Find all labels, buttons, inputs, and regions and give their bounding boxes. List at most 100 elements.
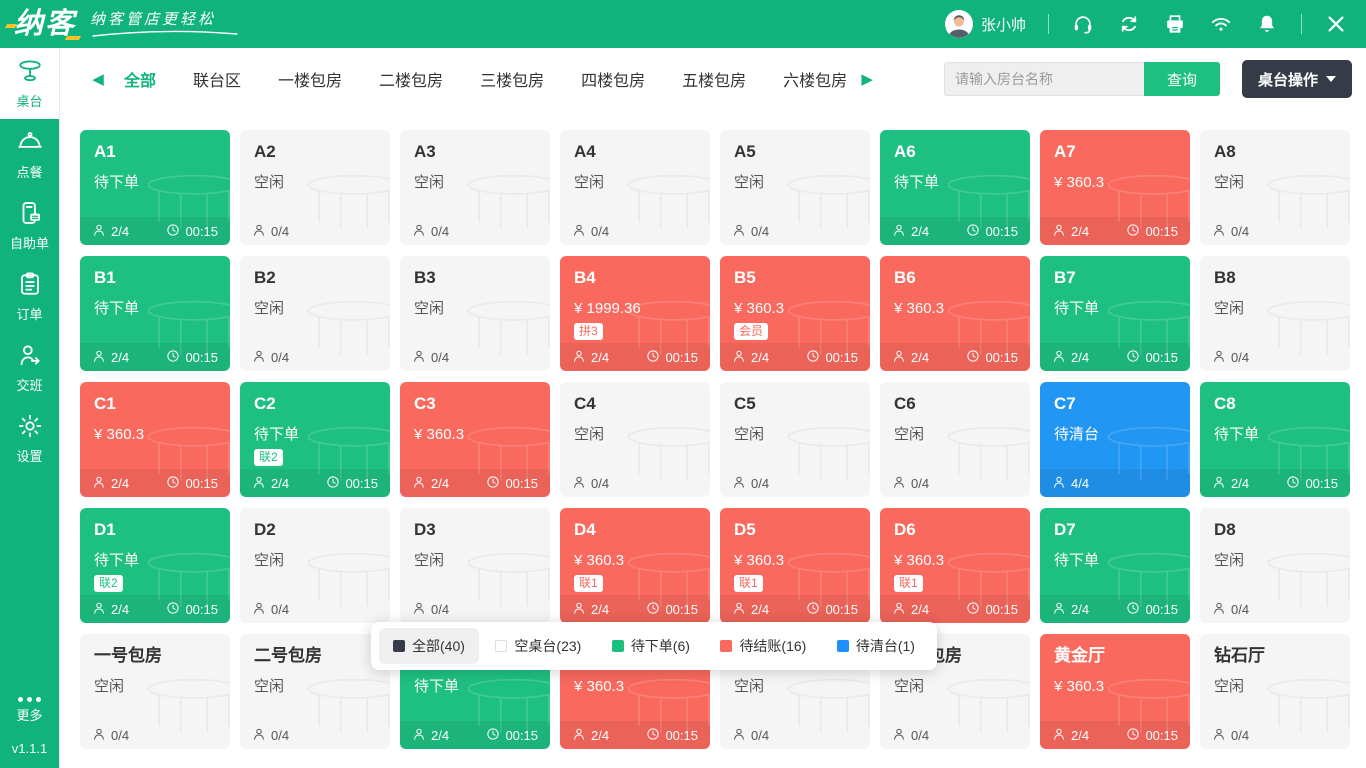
table-card-footer: 2/4 00:15 — [1040, 217, 1190, 245]
table-card[interactable]: C7待清台 4/4 — [1040, 382, 1190, 497]
table-card[interactable]: B1待下单 2/4 00:15 — [80, 256, 230, 371]
legend-label: 空桌台(23) — [514, 636, 581, 656]
table-card[interactable]: A2空闲 0/4 — [240, 130, 390, 245]
wifi-icon[interactable] — [1209, 12, 1233, 36]
legend-item-待清台[interactable]: 待清台(1) — [823, 628, 929, 664]
table-name: D7 — [1054, 520, 1176, 540]
table-name: C5 — [734, 394, 856, 414]
clock-icon — [166, 223, 180, 240]
person-icon — [412, 601, 426, 618]
table-card[interactable]: B3空闲 0/4 — [400, 256, 550, 371]
tabs-prev-icon[interactable]: ◀ — [88, 70, 108, 88]
area-tab[interactable]: 三楼包房 — [480, 67, 544, 91]
user-account[interactable]: 张小帅 — [945, 10, 1026, 38]
bell-icon[interactable] — [1255, 12, 1279, 36]
legend-item-待结账[interactable]: 待结账(16) — [706, 628, 820, 664]
area-tab[interactable]: 一楼包房 — [278, 67, 342, 91]
sidebar-item-more[interactable]: 更多 — [0, 687, 59, 733]
sidebar-item-settings[interactable]: 设置 — [0, 403, 59, 474]
table-card[interactable]: D7待下单 2/4 00:15 — [1040, 508, 1190, 623]
table-card[interactable]: B7待下单 2/4 00:15 — [1040, 256, 1190, 371]
person-icon — [1212, 349, 1226, 366]
service-icon[interactable] — [1071, 12, 1095, 36]
clock-icon — [806, 601, 820, 618]
table-name: D4 — [574, 520, 696, 540]
search-input[interactable] — [944, 62, 1144, 96]
table-card[interactable]: B5¥ 360.3会员 2/4 00:15 — [720, 256, 870, 371]
table-card[interactable]: B4¥ 1999.36拼3 2/4 00:15 — [560, 256, 710, 371]
table-icon — [17, 58, 43, 87]
table-card[interactable]: D6¥ 360.3联1 2/4 00:15 — [880, 508, 1030, 623]
tabs-next-icon[interactable]: ▶ — [857, 70, 877, 88]
table-card[interactable]: A1待下单 2/4 00:15 — [80, 130, 230, 245]
table-card-footer: 2/4 00:15 — [1040, 721, 1190, 749]
open-timer: 00:15 — [1286, 475, 1338, 492]
table-card[interactable]: D1待下单联2 2/4 00:15 — [80, 508, 230, 623]
table-card[interactable]: D8空闲 0/4 — [1200, 508, 1350, 623]
table-card[interactable]: C4空闲 0/4 — [560, 382, 710, 497]
area-tab[interactable]: 全部 — [124, 67, 156, 91]
occupancy: 0/4 — [1212, 727, 1249, 744]
table-card[interactable]: B2空闲 0/4 — [240, 256, 390, 371]
area-tab[interactable]: 二楼包房 — [379, 67, 443, 91]
legend-item-全部[interactable]: 全部(40) — [379, 628, 479, 664]
table-card[interactable]: A5空闲 0/4 — [720, 130, 870, 245]
table-card[interactable]: A6待下单 2/4 00:15 — [880, 130, 1030, 245]
person-icon — [572, 223, 586, 240]
table-card[interactable]: 钻石厅空闲 0/4 — [1200, 634, 1350, 749]
printer-icon[interactable] — [1163, 12, 1187, 36]
table-card[interactable]: D2空闲 0/4 — [240, 508, 390, 623]
occupancy: 0/4 — [412, 601, 449, 618]
table-card[interactable]: 黄金厅¥ 360.3 2/4 00:15 — [1040, 634, 1190, 749]
table-name: 一号包房 — [94, 646, 216, 666]
occupancy: 0/4 — [252, 349, 289, 366]
table-card-footer: 2/4 00:15 — [880, 595, 1030, 623]
table-name: A4 — [574, 142, 696, 162]
table-card[interactable]: C8待下单 2/4 00:15 — [1200, 382, 1350, 497]
table-card[interactable]: 一号包房空闲 0/4 — [80, 634, 230, 749]
sidebar-item-shift[interactable]: 交班 — [0, 332, 59, 403]
table-operations-button[interactable]: 桌台操作 — [1242, 60, 1352, 98]
table-card[interactable]: C6空闲 0/4 — [880, 382, 1030, 497]
area-tab[interactable]: 联台区 — [193, 67, 241, 91]
table-card[interactable]: A4空闲 0/4 — [560, 130, 710, 245]
sync-icon[interactable] — [1117, 12, 1141, 36]
person-icon — [572, 475, 586, 492]
table-card[interactable]: D3空闲 0/4 — [400, 508, 550, 623]
table-card[interactable]: B8空闲 0/4 — [1200, 256, 1350, 371]
occupancy: 0/4 — [1212, 601, 1249, 618]
table-card[interactable]: C3¥ 360.3 2/4 00:15 — [400, 382, 550, 497]
table-card[interactable]: C1¥ 360.3 2/4 00:15 — [80, 382, 230, 497]
header-divider — [1301, 14, 1302, 34]
sidebar-item-table[interactable]: 桌台 — [0, 48, 59, 119]
occupancy: 4/4 — [1052, 475, 1089, 492]
app-logo: 纳客 纳客管店更轻松 — [14, 2, 240, 46]
table-card[interactable]: 二号包房空闲 0/4 — [240, 634, 390, 749]
table-badge: 联2 — [254, 449, 283, 466]
table-card[interactable]: A7¥ 360.3 2/4 00:15 — [1040, 130, 1190, 245]
sidebar-item-order[interactable]: 点餐 — [0, 119, 59, 190]
table-card[interactable]: B6¥ 360.3 2/4 00:15 — [880, 256, 1030, 371]
legend-swatch-icon — [393, 640, 405, 652]
table-card[interactable]: A8空闲 0/4 — [1200, 130, 1350, 245]
area-tab[interactable]: 五楼包房 — [682, 67, 746, 91]
table-badge: 联1 — [574, 575, 603, 592]
search-button[interactable]: 查询 — [1144, 62, 1220, 96]
table-card[interactable]: D4¥ 360.3联1 2/4 00:15 — [560, 508, 710, 623]
sidebar-item-orders[interactable]: 订单 — [0, 261, 59, 332]
table-card[interactable]: C5空闲 0/4 — [720, 382, 870, 497]
table-card[interactable]: C2待下单联2 2/4 00:15 — [240, 382, 390, 497]
table-name: A6 — [894, 142, 1016, 162]
occupancy: 2/4 — [1052, 601, 1089, 618]
table-card-footer: 2/4 00:15 — [400, 721, 550, 749]
close-icon[interactable] — [1324, 12, 1348, 36]
table-badge: 会员 — [734, 323, 768, 340]
person-icon — [412, 475, 426, 492]
area-tab[interactable]: 四楼包房 — [581, 67, 645, 91]
area-tab[interactable]: 六楼包房 — [783, 67, 847, 91]
legend-item-空桌台[interactable]: 空桌台(23) — [481, 628, 595, 664]
legend-item-待下单[interactable]: 待下单(6) — [598, 628, 704, 664]
table-card[interactable]: A3空闲 0/4 — [400, 130, 550, 245]
table-card[interactable]: D5¥ 360.3联1 2/4 00:15 — [720, 508, 870, 623]
sidebar-item-selforder[interactable]: 自助单 — [0, 190, 59, 261]
